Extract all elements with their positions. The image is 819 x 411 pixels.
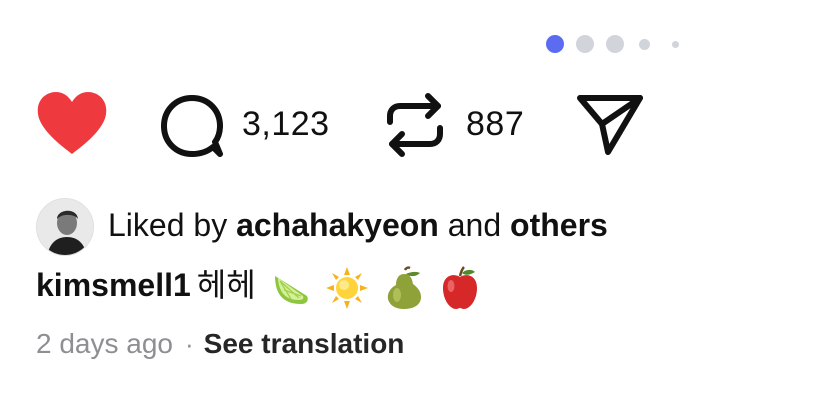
see-translation-link[interactable]: See translation bbox=[204, 328, 405, 359]
apple-emoji bbox=[439, 265, 481, 310]
lime-emoji bbox=[271, 268, 311, 308]
pagination-dot[interactable] bbox=[576, 35, 594, 53]
repost-button[interactable] bbox=[384, 90, 446, 160]
comment-icon bbox=[161, 95, 223, 157]
post-caption: kimsmell1 헤헤 bbox=[36, 263, 481, 311]
comment-button[interactable] bbox=[158, 92, 226, 160]
sun-emoji bbox=[325, 266, 369, 310]
like-button[interactable] bbox=[36, 92, 108, 156]
heart-icon bbox=[37, 92, 107, 154]
likes-joiner: and bbox=[447, 207, 502, 243]
liked-by-user-link[interactable]: achahakyeon bbox=[236, 207, 439, 243]
caption-text: 헤헤 bbox=[196, 267, 256, 303]
repost-icon bbox=[387, 93, 443, 157]
likes-prefix: Liked by bbox=[108, 207, 228, 243]
pear-emoji bbox=[384, 265, 424, 310]
send-icon bbox=[577, 95, 643, 155]
comment-count: 3,123 bbox=[242, 105, 330, 143]
repost-count: 887 bbox=[466, 105, 525, 143]
caption-username[interactable]: kimsmell1 bbox=[36, 267, 191, 303]
pagination-dot[interactable] bbox=[606, 35, 624, 53]
post-meta: 2 days ago · See translation bbox=[36, 326, 404, 362]
pagination-dot-small[interactable] bbox=[639, 39, 650, 50]
likes-text: Liked by achahakyeon and others bbox=[108, 205, 608, 245]
likes-summary: Liked by achahakyeon and others bbox=[36, 196, 796, 260]
meta-separator: · bbox=[185, 329, 194, 359]
carousel-pagination bbox=[540, 33, 690, 53]
pagination-dot-active[interactable] bbox=[546, 35, 564, 53]
post-timestamp: 2 days ago bbox=[36, 328, 173, 359]
profile-photo bbox=[37, 199, 93, 255]
share-button[interactable] bbox=[576, 92, 646, 158]
post-action-bar: 3,123 887 bbox=[0, 88, 819, 163]
likes-others-link[interactable]: others bbox=[510, 207, 608, 243]
pagination-dot-tiny[interactable] bbox=[672, 41, 679, 48]
avatar[interactable] bbox=[36, 198, 94, 256]
